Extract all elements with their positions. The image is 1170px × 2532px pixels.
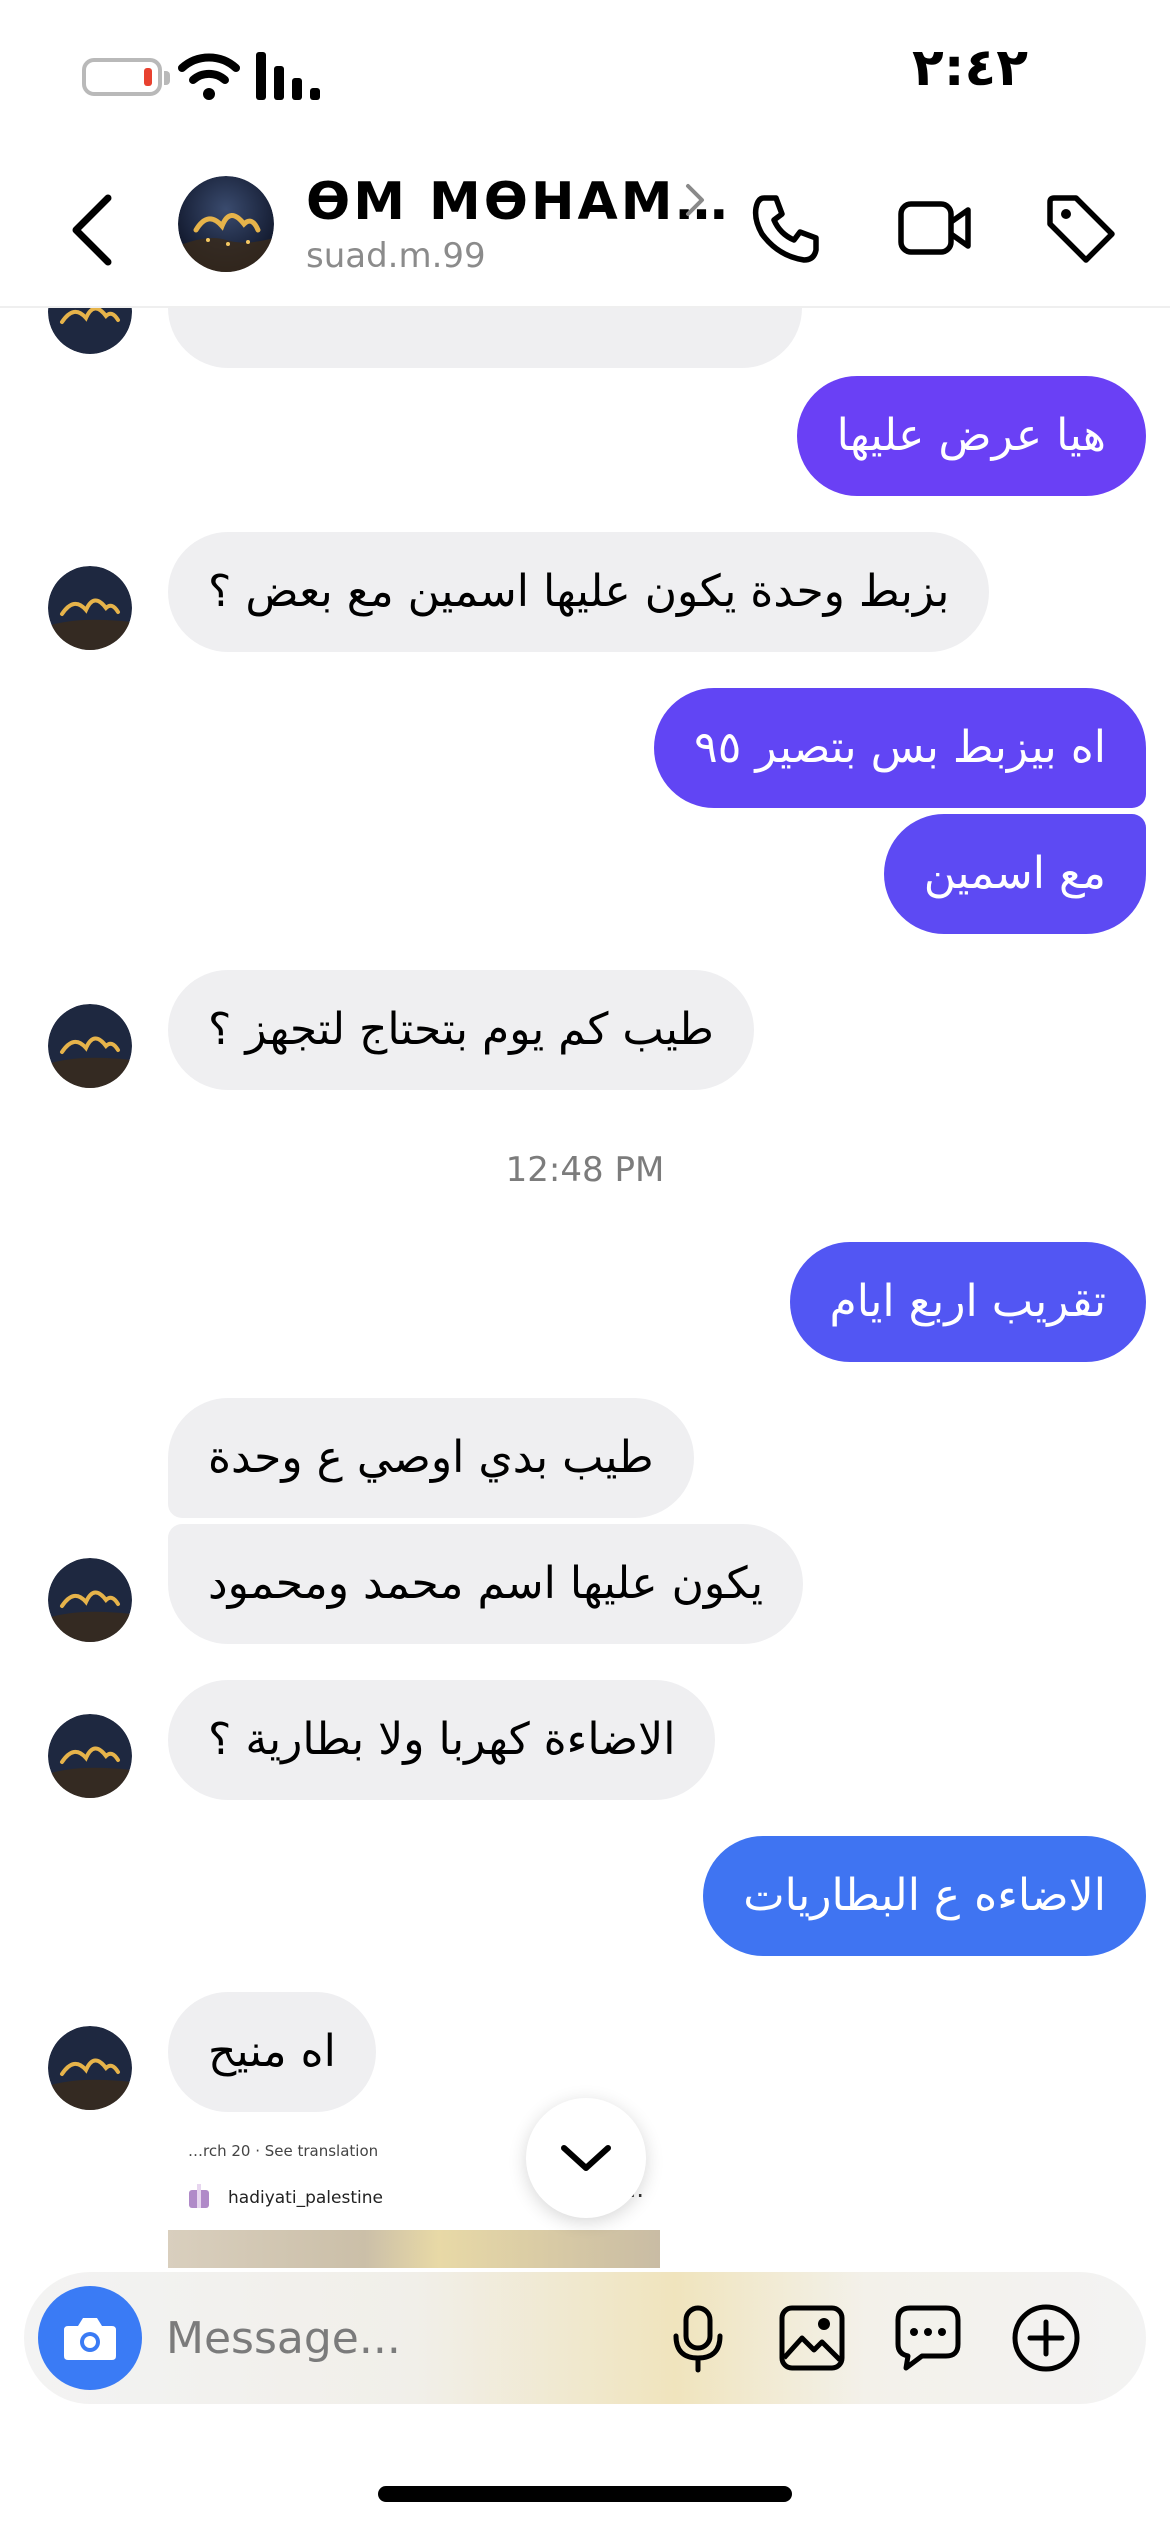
message-bubble-outgoing[interactable]: تقريب اربع ايام — [789, 1242, 1146, 1362]
message-bubble-outgoing[interactable]: اه بيزبط بس بتصير ٩٥ — [654, 688, 1146, 808]
microphone-icon[interactable] — [662, 2302, 734, 2374]
chat-thread[interactable]: هيا عرض عليها بزبط وحدة يكون عليها اسمين… — [0, 308, 1170, 2268]
plus-circle-icon[interactable] — [1010, 2302, 1082, 2374]
contact-username: suad.m.99 — [306, 236, 486, 276]
message-timestamp: 12:48 PM — [505, 1150, 665, 1190]
message-input[interactable] — [166, 2304, 646, 2372]
message-bubble-incoming[interactable]: بزبط وحدة يكون عليها اسمين مع بعض ؟ — [168, 532, 990, 652]
video-camera-icon[interactable] — [896, 190, 972, 266]
message-bubble-outgoing[interactable]: الاضاءه ع البطاريات — [703, 1836, 1146, 1956]
tag-icon[interactable] — [1042, 190, 1118, 266]
contact-name[interactable]: ƟM MƟHAM… — [306, 172, 731, 232]
message-bubble-incoming[interactable]: يكون عليها اسم محمد ومحمود — [168, 1524, 804, 1644]
camera-icon — [64, 2318, 116, 2360]
chevron-down-icon — [561, 2145, 611, 2171]
contact-avatar[interactable] — [178, 176, 274, 272]
image-icon[interactable] — [776, 2302, 848, 2374]
message-bubble-incoming[interactable]: اه منيح — [168, 1992, 376, 2112]
chat-header: ƟM MƟHAM… suad.m.99 — [0, 150, 1170, 308]
cellular-signal-icon — [256, 52, 320, 100]
message-bubble-incoming[interactable]: الاضاءة كهربا ولا بطارية ؟ — [168, 1680, 716, 1800]
post-meta: …rch 20 · See translation — [188, 2142, 379, 2160]
phone-icon[interactable] — [748, 190, 824, 266]
message-bubble-incoming[interactable]: طيب كم يوم بتحتاج لتجهز ؟ — [168, 970, 754, 1090]
camera-button[interactable] — [38, 2286, 142, 2390]
chevron-right-icon[interactable] — [682, 180, 710, 220]
message-bubble-incoming[interactable]: طيب بدي اوصي ع وحدة — [168, 1398, 694, 1518]
contact-avatar-small[interactable] — [48, 1714, 132, 1798]
message-bubble-outgoing[interactable]: هيا عرض عليها — [796, 376, 1146, 496]
status-time: ٢:٤٢ — [911, 38, 1028, 98]
post-image[interactable] — [168, 2230, 660, 2268]
message-composer — [24, 2272, 1146, 2404]
contact-avatar-small[interactable] — [48, 566, 132, 650]
scroll-to-bottom-button[interactable] — [526, 2098, 646, 2218]
chat-bubble-icon[interactable] — [892, 2302, 964, 2374]
status-bar: ٢:٤٢ — [0, 0, 1170, 150]
back-chevron-icon[interactable] — [62, 192, 126, 268]
message-bubble-partial[interactable] — [168, 308, 802, 368]
battery-icon — [82, 58, 170, 96]
home-indicator[interactable] — [378, 2486, 792, 2502]
contact-avatar-small[interactable] — [48, 1004, 132, 1088]
post-username[interactable]: hadiyati_palestine — [228, 2188, 383, 2208]
gift-icon — [189, 2184, 209, 2208]
message-bubble-outgoing[interactable]: مع اسمين — [883, 814, 1146, 934]
contact-avatar-small[interactable] — [48, 2026, 132, 2110]
contact-avatar-small[interactable] — [48, 1558, 132, 1642]
wifi-icon — [178, 53, 240, 100]
contact-avatar-small[interactable] — [48, 308, 132, 354]
